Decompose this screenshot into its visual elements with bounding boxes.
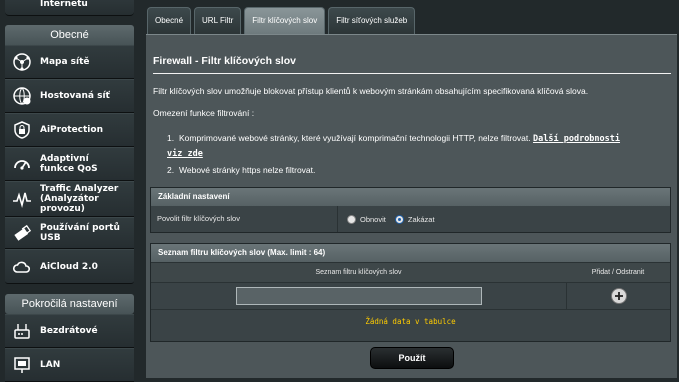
enable-filter-label: Povolit filtr klíčových slov — [151, 206, 338, 232]
radio-enable[interactable] — [347, 214, 356, 224]
tab-url-filter[interactable]: URL Filtr — [194, 7, 242, 34]
radio-enable-label: Obnovit — [360, 214, 386, 224]
add-keyword-button[interactable] — [610, 288, 627, 304]
sidebar-item-label: Používání portů USB — [40, 223, 120, 243]
basic-settings-table: Základní nastavení Povolit filtr klíčový… — [150, 187, 671, 233]
sidebar-item-aicloud[interactable]: AiCloud 2.0 — [5, 249, 134, 284]
sidebar-item-internet[interactable]: Internetu — [5, 0, 134, 16]
sidebar-item-label: AiCloud 2.0 — [40, 261, 98, 272]
section-general-header: Obecné — [5, 25, 134, 45]
keyword-list-header: Seznam filtru klíčových slov (Max. limit… — [151, 244, 670, 262]
radio-disable[interactable] — [394, 214, 404, 224]
aiprotection-shield-icon — [11, 119, 33, 141]
tab-keyword-filter[interactable]: Filtr klíčových slov — [244, 7, 326, 34]
tab-network-services-filter[interactable]: Filtr síťových služeb — [328, 7, 416, 34]
traffic-analyzer-icon — [11, 188, 33, 210]
wireless-icon — [11, 320, 33, 342]
sidebar-item-adaptive-qos[interactable]: Adaptivní funkce QoS — [5, 147, 134, 181]
usb-icon — [11, 222, 33, 244]
main-panel: Firewall - Filtr klíčových slov Filtr kl… — [146, 34, 677, 378]
sidebar-item-guest-network[interactable]: Hostovaná síť — [5, 79, 134, 113]
qos-gauge-icon — [11, 153, 33, 175]
keyword-list-table: Seznam filtru klíčových slov (Max. limit… — [150, 243, 671, 342]
sidebar-item-wireless[interactable]: Bezdrátové — [5, 314, 134, 348]
network-map-icon — [11, 51, 33, 73]
empty-table-message: Žádná data v tabulce — [151, 309, 670, 334]
sidebar-item-label: Internetu — [40, 0, 88, 9]
tab-general[interactable]: Obecné — [147, 7, 192, 34]
limits-item-1: 1. Komprimované webové stránky, které vyu… — [167, 133, 621, 159]
limits-list: 1. Komprimované webové stránky, které vyu… — [167, 131, 627, 177]
limits-item-2-text: Webové stránky https nelze filtrovat. — [179, 165, 316, 175]
basic-settings-header: Základní nastavení — [151, 188, 670, 206]
page-description: Filtr klíčových slov umožňuje blokovat p… — [153, 86, 589, 96]
keyword-input[interactable] — [235, 287, 482, 305]
limits-item-1-text: Komprimované webové stránky, které využí… — [179, 133, 531, 143]
title-divider — [153, 73, 671, 74]
column-header-action: Přidat / Odstranit — [591, 269, 645, 276]
sidebar-item-label: Mapa sítě — [40, 57, 90, 67]
limits-item-2: 2. Webové stránky https nelze filtrovat. — [167, 165, 316, 175]
sidebar: Internetu Obecné Mapa sítě Hostovaná síť… — [0, 0, 138, 382]
apply-button[interactable]: Použít — [370, 347, 454, 369]
lan-icon — [11, 354, 33, 376]
tab-bar: Obecné URL Filtr Filtr klíčových slov Fi… — [147, 7, 418, 34]
page-title: Firewall - Filtr klíčových slov — [153, 55, 296, 67]
sidebar-item-traffic-analyzer[interactable]: Traffic Analyzer (Analyzátor provozu) — [5, 181, 134, 217]
radio-disable-label: Zakázat — [407, 214, 435, 224]
sidebar-item-label: AiProtection — [40, 125, 103, 135]
sidebar-item-usb[interactable]: Používání portů USB — [5, 217, 134, 249]
sidebar-item-label: LAN — [40, 360, 61, 370]
column-header-keyword: Seznam filtru klíčových slov — [315, 269, 402, 276]
sidebar-item-label: Traffic Analyzer (Analyzátor provozu) — [40, 184, 119, 214]
sidebar-item-label: Adaptivní funkce QoS — [40, 154, 98, 174]
cloud-icon — [11, 256, 33, 278]
limits-heading: Omezení funkce filtrování : — [153, 108, 255, 118]
guest-network-icon — [11, 85, 33, 107]
section-advanced-header: Pokročilá nastavení — [5, 294, 134, 314]
sidebar-item-aiprotection[interactable]: AiProtection — [5, 113, 134, 147]
plus-icon — [614, 292, 623, 300]
sidebar-item-network-map[interactable]: Mapa sítě — [5, 45, 134, 79]
sidebar-item-label: Bezdrátové — [40, 326, 98, 336]
sidebar-item-label: Hostovaná síť — [40, 91, 110, 101]
